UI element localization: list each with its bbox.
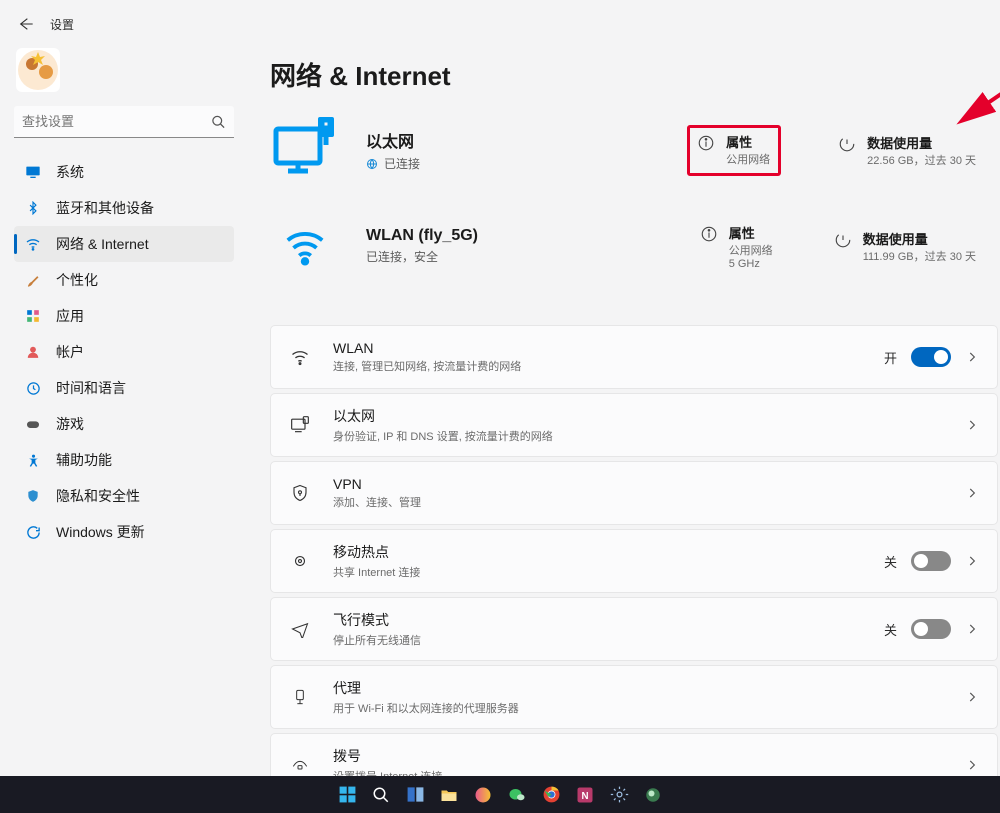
ethernet-name: 以太网 xyxy=(366,128,420,152)
row-vpn[interactable]: VPN添加、连接、管理 xyxy=(271,462,997,524)
brush-icon xyxy=(24,273,42,288)
hotspot-toggle[interactable] xyxy=(911,551,951,571)
wlan-properties[interactable]: 属性 公用网络 5 GHz xyxy=(695,219,777,274)
nav-item-accessibility[interactable]: 辅助功能 xyxy=(14,442,234,478)
user-avatar[interactable] xyxy=(16,48,60,92)
nav-item-apps[interactable]: 应用 xyxy=(14,298,234,334)
app-icon-1[interactable]: N xyxy=(572,782,598,808)
ethernet-status-block: 以太网 已连接 属性 公用网络 数据使用量 xyxy=(270,111,998,207)
accessibility-icon xyxy=(24,453,42,468)
app-icon-2[interactable] xyxy=(640,782,666,808)
wlan-name: WLAN (fly_5G) xyxy=(366,227,478,245)
update-icon xyxy=(24,525,42,540)
chat-icon[interactable] xyxy=(470,782,496,808)
start-button[interactable] xyxy=(334,782,360,808)
main-content: 网络 & Internet 以太网 已连接 属性 xyxy=(248,0,1000,776)
apps-icon xyxy=(24,309,42,323)
nav-item-bluetooth[interactable]: 蓝牙和其他设备 xyxy=(14,190,234,226)
info-icon xyxy=(699,224,719,244)
ethernet-status: 已连接 xyxy=(384,155,420,172)
row-wlan[interactable]: WLAN连接, 管理已知网络, 按流量计费的网络 开 xyxy=(271,326,997,388)
back-button[interactable] xyxy=(16,14,36,34)
nav-item-accounts[interactable]: 帐户 xyxy=(14,334,234,370)
wlan-big-icon xyxy=(270,211,340,281)
nav-item-personalization[interactable]: 个性化 xyxy=(14,262,234,298)
person-icon xyxy=(24,345,42,359)
settings-taskbar-icon[interactable] xyxy=(606,782,632,808)
ethernet-icon xyxy=(289,415,311,435)
dialup-icon xyxy=(289,757,311,773)
chevron-right-icon xyxy=(965,486,979,500)
chevron-right-icon xyxy=(965,622,979,636)
nav-item-network[interactable]: 网络 & Internet xyxy=(14,226,234,262)
ethernet-monitor-icon xyxy=(270,115,340,185)
search-box[interactable] xyxy=(14,106,234,138)
clock-icon xyxy=(24,381,42,396)
nav-list: 系统 蓝牙和其他设备 网络 & Internet 个性化 应用 帐户 xyxy=(14,154,234,550)
svg-text:N: N xyxy=(581,790,588,801)
row-ethernet[interactable]: 以太网身份验证, IP 和 DNS 设置, 按流量计费的网络 xyxy=(271,394,997,456)
row-airplane[interactable]: 飞行模式停止所有无线通信 关 xyxy=(271,598,997,660)
info-icon xyxy=(696,133,716,153)
sidebar: 设置 系统 蓝牙和其他设备 网络 & Internet xyxy=(0,0,248,776)
wlan-status-block: WLAN (fly_5G) 已连接，安全 属性 公用网络 5 GHz 数据使用量 xyxy=(270,207,998,303)
search-input[interactable] xyxy=(14,106,234,138)
wlan-data-usage[interactable]: 数据使用量 111.99 GB，过去 30 天 xyxy=(829,225,980,268)
data-usage-icon xyxy=(833,230,853,250)
airplane-icon xyxy=(289,620,311,638)
search-taskbar-icon[interactable] xyxy=(368,782,394,808)
page-title: 网络 & Internet xyxy=(270,56,998,93)
row-proxy[interactable]: 代理用于 Wi-Fi 和以太网连接的代理服务器 xyxy=(271,666,997,728)
row-dialup[interactable]: 拨号设置拨号 Internet 连接 xyxy=(271,734,997,776)
nav-item-system[interactable]: 系统 xyxy=(14,154,234,190)
wifi-icon xyxy=(289,347,311,367)
ethernet-data-usage[interactable]: 数据使用量 22.56 GB，过去 30 天 xyxy=(833,129,980,172)
chevron-right-icon xyxy=(965,418,979,432)
shield-icon xyxy=(24,489,42,503)
chevron-right-icon xyxy=(965,758,979,772)
wifi-icon xyxy=(24,236,42,252)
lock-icon xyxy=(289,484,311,502)
taskbar[interactable]: N xyxy=(0,776,1000,813)
data-usage-icon xyxy=(837,134,857,154)
chevron-right-icon xyxy=(965,554,979,568)
chrome-icon[interactable] xyxy=(538,782,564,808)
globe-icon xyxy=(366,158,378,170)
wechat-icon[interactable] xyxy=(504,782,530,808)
row-hotspot[interactable]: 移动热点共享 Internet 连接 关 xyxy=(271,530,997,592)
taskview-icon[interactable] xyxy=(402,782,428,808)
explorer-icon[interactable] xyxy=(436,782,462,808)
gamepad-icon xyxy=(24,416,42,432)
display-icon xyxy=(24,164,42,180)
nav-item-update[interactable]: Windows 更新 xyxy=(14,514,234,550)
hotspot-icon xyxy=(289,552,311,570)
wlan-toggle[interactable] xyxy=(911,347,951,367)
nav-item-gaming[interactable]: 游戏 xyxy=(14,406,234,442)
nav-item-privacy[interactable]: 隐私和安全性 xyxy=(14,478,234,514)
ethernet-properties[interactable]: 属性 公用网络 xyxy=(687,125,781,176)
chevron-right-icon xyxy=(965,690,979,704)
search-icon xyxy=(211,115,226,130)
chevron-right-icon xyxy=(965,350,979,364)
app-title: 设置 xyxy=(50,16,74,33)
airplane-toggle[interactable] xyxy=(911,619,951,639)
proxy-icon xyxy=(289,688,311,706)
wlan-status: 已连接，安全 xyxy=(366,248,438,265)
nav-item-time[interactable]: 时间和语言 xyxy=(14,370,234,406)
bluetooth-icon xyxy=(24,201,42,215)
